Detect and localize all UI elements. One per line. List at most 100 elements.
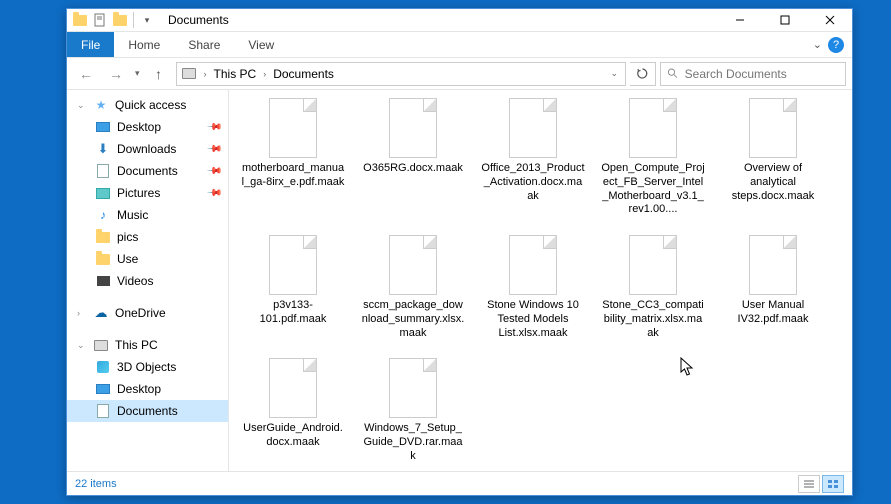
tab-share[interactable]: Share <box>174 32 234 57</box>
file-item[interactable]: motherboard_manual_ga-8irx_e.pdf.maak <box>239 94 347 221</box>
sidebar-item-label: Documents <box>117 164 178 178</box>
sidebar-item-3d-objects[interactable]: 3D Objects <box>67 356 228 378</box>
nav-label: This PC <box>115 338 158 352</box>
file-icon <box>629 98 677 158</box>
file-label: O365RG.docx.maak <box>363 162 463 176</box>
navigation-pane[interactable]: ⌄ ★ Quick access Desktop📌⬇Downloads📌Docu… <box>67 90 229 471</box>
sidebar-item-label: Downloads <box>117 142 176 156</box>
tab-file[interactable]: File <box>67 32 114 57</box>
pin-icon: 📌 <box>205 163 222 180</box>
up-button[interactable]: ↑ <box>146 61 172 87</box>
folder-icon <box>95 229 111 245</box>
docs-icon <box>95 163 111 179</box>
file-item[interactable]: UserGuide_Android.docx.maak <box>239 354 347 467</box>
chevron-right-icon[interactable]: › <box>260 69 269 79</box>
file-item[interactable]: Stone Windows 10 Tested Models List.xlsx… <box>479 231 587 344</box>
sidebar-item-pics[interactable]: pics <box>67 226 228 248</box>
thispc-icon <box>181 66 197 82</box>
tab-view[interactable]: View <box>234 32 288 57</box>
desktop-icon <box>95 381 111 397</box>
file-label: Overview of analytical steps.docx.maak <box>721 162 825 203</box>
file-label: Open_Compute_Project_FB_Server_Intel_Mot… <box>601 162 705 217</box>
file-item[interactable]: Windows_7_Setup_Guide_DVD.rar.maak <box>359 354 467 467</box>
sidebar-item-use[interactable]: Use <box>67 248 228 270</box>
file-label: Stone_CC3_compatibility_matrix.xlsx.maak <box>601 299 705 340</box>
file-label: Windows_7_Setup_Guide_DVD.rar.maak <box>361 422 465 463</box>
sidebar-item-label: Documents <box>117 404 178 418</box>
sidebar-item-label: 3D Objects <box>117 360 176 374</box>
search-input[interactable] <box>685 67 839 81</box>
qat-customize-icon[interactable]: ▾ <box>138 11 156 29</box>
breadcrumb-documents[interactable]: Documents <box>273 67 334 81</box>
refresh-button[interactable] <box>630 62 656 86</box>
help-icon[interactable]: ? <box>828 37 844 53</box>
file-list-area[interactable]: motherboard_manual_ga-8irx_e.pdf.maak O36… <box>229 90 852 471</box>
sidebar-item-documents[interactable]: Documents <box>67 400 228 422</box>
maximize-button[interactable] <box>762 9 807 31</box>
sidebar-item-label: Videos <box>117 274 153 288</box>
file-label: sccm_package_download_summary.xlsx.maak <box>361 299 465 340</box>
nav-header-quick-access[interactable]: ⌄ ★ Quick access <box>67 94 228 116</box>
properties-icon[interactable] <box>91 11 109 29</box>
address-row: ← → ▾ ↑ › This PC › Documents ⌄ <box>67 58 852 90</box>
chevron-right-icon[interactable]: › <box>201 69 210 79</box>
sidebar-item-music[interactable]: ♪Music <box>67 204 228 226</box>
chevron-right-icon: › <box>77 308 87 318</box>
sidebar-item-downloads[interactable]: ⬇Downloads📌 <box>67 138 228 160</box>
file-icon <box>389 358 437 418</box>
nav-group-this-pc: ⌄ This PC 3D Objects Desktop Documents <box>67 334 228 422</box>
sidebar-item-desktop[interactable]: Desktop <box>67 378 228 400</box>
minimize-button[interactable] <box>717 9 762 31</box>
titlebar: ▾ Documents <box>67 9 852 32</box>
file-item[interactable]: sccm_package_download_summary.xlsx.maak <box>359 231 467 344</box>
back-button[interactable]: ← <box>73 61 99 87</box>
file-item[interactable]: User Manual IV32.pdf.maak <box>719 231 827 344</box>
star-icon: ★ <box>93 97 109 113</box>
file-item[interactable]: Open_Compute_Project_FB_Server_Intel_Mot… <box>599 94 707 221</box>
pin-icon: 📌 <box>205 185 222 202</box>
icons-view-button[interactable] <box>822 475 844 493</box>
file-grid: motherboard_manual_ga-8irx_e.pdf.maak O36… <box>233 94 852 471</box>
details-view-button[interactable] <box>798 475 820 493</box>
thispc-icon <box>93 337 109 353</box>
breadcrumb-thispc[interactable]: This PC <box>214 67 257 81</box>
sidebar-item-pictures[interactable]: Pictures📌 <box>67 182 228 204</box>
desktop-icon <box>95 119 111 135</box>
nav-header-onedrive[interactable]: › ☁ OneDrive <box>67 302 228 324</box>
sidebar-item-label: Use <box>117 252 138 266</box>
chevron-down-icon: ⌄ <box>77 100 87 111</box>
statusbar: 22 items <box>67 471 852 495</box>
quick-access-toolbar: ▾ <box>67 11 160 29</box>
ribbon-tabs: File Home Share View ⌄ ? <box>67 32 852 58</box>
file-label: Stone Windows 10 Tested Models List.xlsx… <box>481 299 585 340</box>
file-item[interactable]: Office_2013_Product_Activation.docx.maak <box>479 94 587 221</box>
tab-home[interactable]: Home <box>114 32 174 57</box>
search-box[interactable] <box>660 62 846 86</box>
address-bar[interactable]: › This PC › Documents ⌄ <box>176 62 626 86</box>
sidebar-item-documents[interactable]: Documents 📌 <box>67 160 228 182</box>
nav-label: OneDrive <box>115 306 166 320</box>
pics-icon <box>95 185 111 201</box>
explorer-window: ▾ Documents File Home Share View ⌄ ? ← →… <box>66 8 853 496</box>
history-dropdown-icon[interactable]: ▾ <box>133 68 142 79</box>
address-dropdown-icon[interactable]: ⌄ <box>607 68 621 79</box>
close-button[interactable] <box>807 9 852 31</box>
new-folder-icon[interactable] <box>111 11 129 29</box>
nav-header-this-pc[interactable]: ⌄ This PC <box>67 334 228 356</box>
file-icon <box>269 98 317 158</box>
file-item[interactable]: Stone_CC3_compatibility_matrix.xlsx.maak <box>599 231 707 344</box>
folder-icon <box>95 251 111 267</box>
nav-label: Quick access <box>115 98 186 112</box>
file-item[interactable]: p3v133-101.pdf.maak <box>239 231 347 344</box>
file-item[interactable]: Overview of analytical steps.docx.maak <box>719 94 827 221</box>
sidebar-item-videos[interactable]: Videos <box>67 270 228 292</box>
window-title: Documents <box>168 13 229 27</box>
file-item[interactable]: O365RG.docx.maak <box>359 94 467 221</box>
file-icon <box>269 358 317 418</box>
forward-button[interactable]: → <box>103 61 129 87</box>
search-icon <box>667 67 679 80</box>
music-icon: ♪ <box>95 207 111 223</box>
sidebar-item-desktop[interactable]: Desktop📌 <box>67 116 228 138</box>
ribbon-expand-icon[interactable]: ⌄ <box>813 38 822 51</box>
file-label: User Manual IV32.pdf.maak <box>721 299 825 327</box>
